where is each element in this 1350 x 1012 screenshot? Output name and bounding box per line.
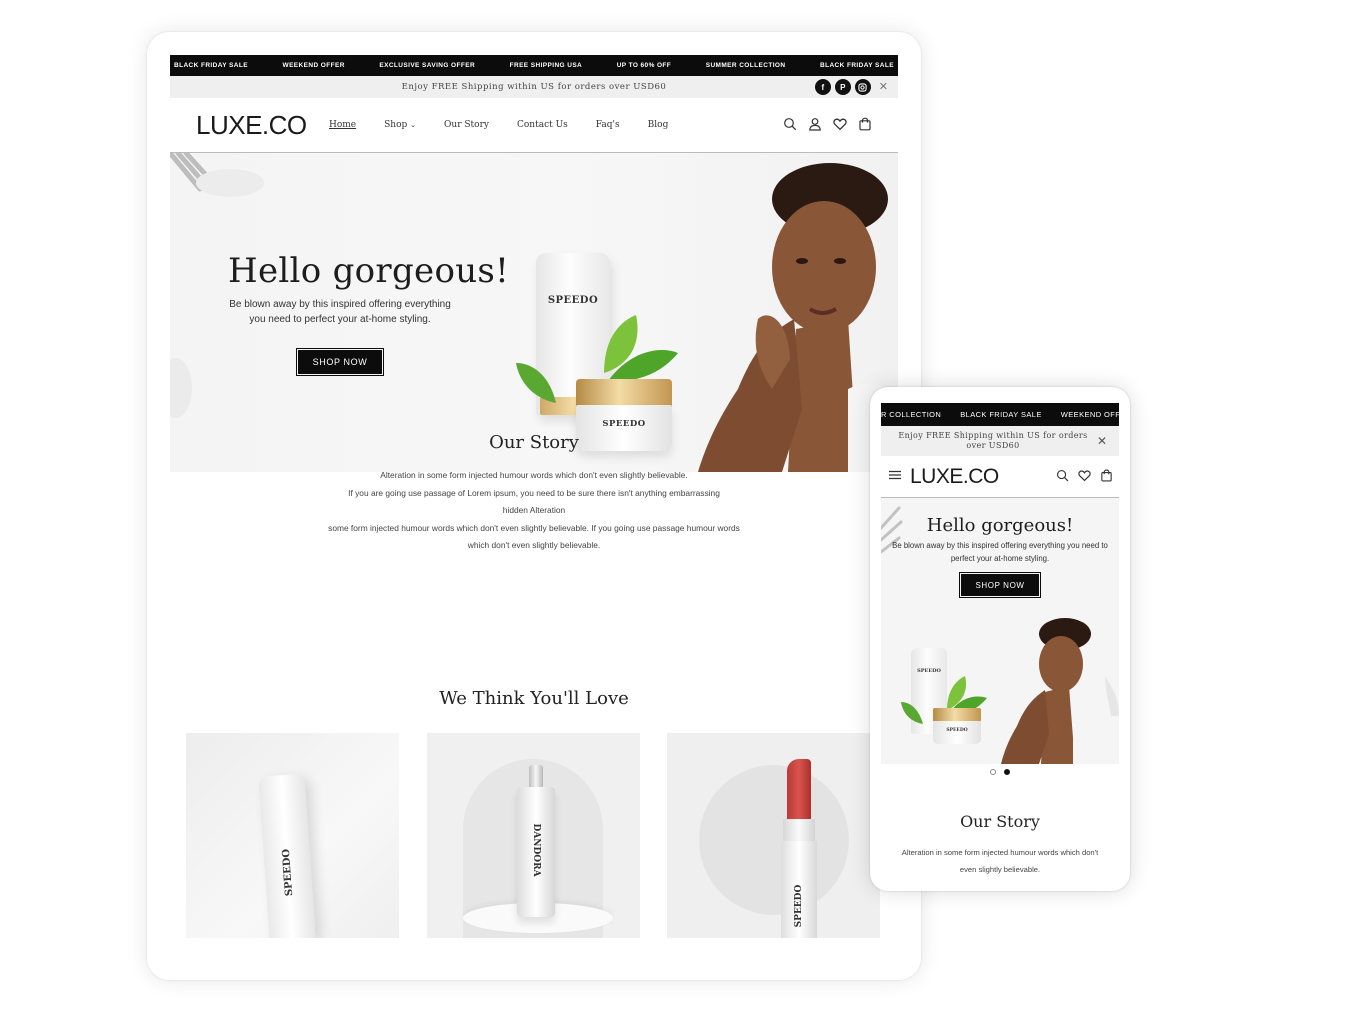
account-icon[interactable]: [808, 117, 822, 131]
carousel-dot-active[interactable]: [1004, 769, 1010, 775]
mobile-header: LUXE.CO: [881, 456, 1119, 498]
story-line: which don't even slightly believable.: [467, 540, 601, 551]
ticker-item[interactable]: WEEKEND OFFER: [283, 62, 345, 69]
cosmetic-jar-image: SPEEDO: [933, 708, 981, 744]
social-links: f P ✕: [814, 79, 888, 95]
cart-bag-icon[interactable]: [1100, 469, 1113, 482]
tube-brand-label: SPEEDO: [917, 668, 941, 674]
header-icons: [783, 117, 872, 131]
our-story-section: Our Story Alteration in some form inject…: [170, 374, 898, 555]
nav-link-shop[interactable]: Shop ⌄: [384, 120, 416, 130]
shop-now-button[interactable]: SHOP NOW: [296, 348, 384, 376]
our-story-text: Alteration in some form injected humour …: [170, 467, 898, 555]
mobile-hero-banner: Hello gorgeous! Be blown away by this in…: [881, 498, 1119, 764]
palm-leaf-decoration: [881, 506, 903, 554]
pinterest-icon[interactable]: P: [834, 79, 851, 95]
product-image-lipstick: SPEEDO: [781, 759, 817, 938]
mobile-header-icons: [1056, 469, 1113, 482]
story-line: some form injected humour words which do…: [328, 522, 740, 533]
product-card[interactable]: DANDORA: [427, 733, 640, 938]
ticker-item[interactable]: EXCLUSIVE SAVING OFFER: [379, 62, 475, 69]
carousel-dot[interactable]: [990, 769, 996, 775]
ticker-item[interactable]: FREE SHIPPING USA: [510, 62, 583, 69]
our-story-title: Our Story: [489, 432, 579, 453]
search-icon[interactable]: [783, 117, 797, 131]
ticker-item[interactable]: SUMMER COLLECTION: [706, 62, 786, 69]
cart-bag-icon[interactable]: [858, 117, 872, 131]
close-icon[interactable]: ✕: [879, 79, 888, 95]
hero-title: Hello gorgeous!: [228, 251, 510, 291]
our-story-text: Alteration in some form injected humour …: [901, 848, 1099, 874]
product-image-tube: SPEEDO: [258, 773, 316, 938]
promo-ticker: BLACK FRIDAY SALE WEEKEND OFFER EXCLUSIV…: [170, 55, 898, 76]
story-line: hidden Alteration: [502, 505, 566, 516]
mobile-promo-ticker: R COLLECTION BLACK FRIDAY SALE WEEKEND O…: [881, 403, 1119, 426]
hamburger-menu-icon[interactable]: [889, 468, 901, 486]
jar-brand-label: SPEEDO: [946, 728, 968, 733]
palm-leaf-decoration: [170, 153, 264, 197]
main-navigation: LUXE.CO Home Shop ⌄ Our Story Contact Us…: [170, 98, 898, 153]
nav-links: Home Shop ⌄ Our Story Contact Us Faq's B…: [329, 120, 696, 130]
search-icon[interactable]: [1056, 469, 1069, 482]
ticker-item[interactable]: R COLLECTION: [881, 410, 941, 419]
hero-subtitle: Be blown away by this inspired offering …: [892, 541, 1108, 563]
product-card[interactable]: SPEEDO: [186, 733, 399, 938]
product-brand: SPEEDO: [794, 884, 804, 928]
our-story-title: Our Story: [960, 812, 1040, 831]
announcement-text: Enjoy FREE Shipping within US for orders…: [401, 82, 667, 92]
nav-link-blog[interactable]: Blog: [648, 120, 669, 130]
product-image-serum-bottle: DANDORA: [517, 765, 555, 917]
hero-subtitle: Be blown away by this inspired offering …: [229, 299, 451, 325]
story-line: If you are going use passage of Lorem ip…: [348, 487, 720, 498]
carousel-pagination: [881, 764, 1119, 780]
ticker-item[interactable]: WEEKEND OFFER: [1061, 410, 1119, 419]
facebook-icon[interactable]: f: [814, 79, 831, 95]
nav-link-label: Shop: [384, 120, 408, 130]
close-icon[interactable]: ✕: [1097, 434, 1107, 448]
nav-link-contact[interactable]: Contact Us: [517, 120, 568, 130]
mobile-device-frame: R COLLECTION BLACK FRIDAY SALE WEEKEND O…: [870, 387, 1130, 891]
shop-now-button[interactable]: SHOP NOW: [959, 572, 1041, 598]
nav-link-our-story[interactable]: Our Story: [444, 120, 489, 130]
wishlist-heart-icon[interactable]: [833, 117, 847, 131]
product-brand: SPEEDO: [280, 848, 296, 897]
recommendations-title: We Think You'll Love: [439, 688, 629, 709]
tube-brand-label: SPEEDO: [547, 295, 599, 306]
mobile-announcement-bar: Enjoy FREE Shipping within US for orders…: [881, 426, 1119, 456]
brand-logo[interactable]: LUXE.CO: [910, 465, 999, 489]
instagram-icon[interactable]: [854, 79, 871, 95]
announcement-bar: Enjoy FREE Shipping within US for orders…: [170, 76, 898, 98]
announcement-text: Enjoy FREE Shipping within US for orders…: [898, 431, 1088, 450]
product-grid: SPEEDO DANDORA SPEEDO: [186, 733, 898, 943]
story-line: Alteration in some form injected humour …: [380, 470, 688, 480]
ticker-item[interactable]: BLACK FRIDAY SALE: [820, 62, 894, 69]
ticker-item[interactable]: BLACK FRIDAY SALE: [960, 410, 1042, 419]
hero-title: Hello gorgeous!: [926, 515, 1074, 536]
nav-link-faq[interactable]: Faq's: [596, 120, 620, 130]
nav-link-home[interactable]: Home: [329, 120, 356, 130]
brand-logo[interactable]: LUXE.CO: [196, 110, 329, 141]
model-portrait-image: [1001, 618, 1119, 764]
mobile-screen: R COLLECTION BLACK FRIDAY SALE WEEKEND O…: [881, 403, 1119, 891]
desktop-screen: BLACK FRIDAY SALE WEEKEND OFFER EXCLUSIV…: [170, 55, 898, 980]
mobile-our-story-section: Our Story Alteration in some form inject…: [881, 812, 1119, 878]
ticker-item[interactable]: UP TO 60% OFF: [617, 62, 671, 69]
wishlist-heart-icon[interactable]: [1078, 469, 1091, 482]
product-brand: DANDORA: [531, 823, 541, 877]
chevron-down-icon: ⌄: [410, 121, 417, 129]
product-card[interactable]: SPEEDO: [667, 733, 880, 938]
ticker-item[interactable]: BLACK FRIDAY SALE: [174, 62, 248, 69]
desktop-device-frame: BLACK FRIDAY SALE WEEKEND OFFER EXCLUSIV…: [147, 32, 921, 980]
